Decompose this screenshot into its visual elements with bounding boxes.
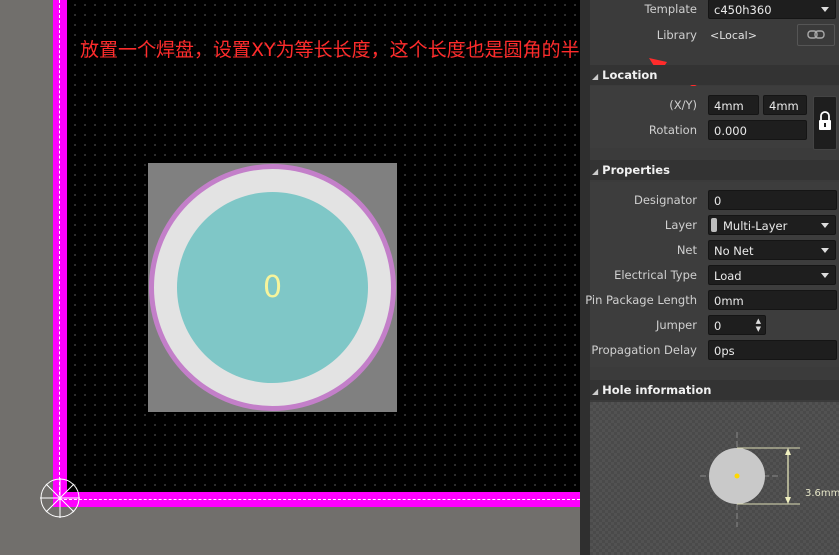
library-value: <Local> [710,29,757,42]
y-input[interactable]: 4mm [763,95,807,115]
origin-marker-icon [40,478,80,518]
propagation-delay-input[interactable]: 0ps [708,340,837,360]
propagation-delay-label: Propagation Delay [591,343,697,357]
hole-dimension-label: 3.6mm [805,488,839,499]
location-title: Location [602,68,658,82]
properties-title: Properties [602,163,670,177]
hole-information-section-header[interactable]: ◢ Hole information [590,380,839,400]
net-label: Net [676,243,697,257]
hole-preview-drawing [700,432,800,527]
pcb-canvas[interactable]: 0 放置一个焊盘，设置XY为等长长度，这个长度也是圆角的半径 [0,0,580,555]
collapse-triangle-icon: ◢ [592,167,599,176]
panel-scroll-gutter [580,0,590,555]
pin-package-length-label: Pin Package Length [585,293,697,307]
template-select[interactable]: c450h360 [708,0,836,19]
electrical-type-select[interactable]: Load [708,265,836,285]
keepout-line-vertical [59,0,60,500]
jumper-label: Jumper [656,318,697,332]
rotation-input[interactable]: 0.000 [708,120,807,140]
pin-package-length-input[interactable]: 0mm [708,290,837,310]
designator-input[interactable]: 0 [708,190,837,210]
x-input[interactable]: 4mm [708,95,759,115]
keepout-line-horizontal [59,499,580,500]
layer-color-swatch [711,218,717,232]
rotation-label: Rotation [648,123,697,137]
electrical-type-row: Electrical Type Load [590,263,839,288]
net-row: Net No Net [590,238,839,263]
properties-section-header[interactable]: ◢ Properties [590,160,839,180]
pin-package-length-row: Pin Package Length 0mm [585,288,839,313]
template-row: Template c450h360 [590,0,839,22]
net-select[interactable]: No Net [708,240,836,260]
propagation-delay-row: Propagation Delay 0ps [590,338,839,363]
collapse-triangle-icon: ◢ [592,387,599,396]
rotation-row: Rotation 0.000 [590,118,839,143]
collapse-triangle-icon: ◢ [592,72,599,81]
layer-select[interactable]: Multi-Layer [708,215,836,235]
link-button[interactable] [797,24,835,46]
layer-label: Layer [664,218,697,232]
designator-label: Designator [633,193,697,207]
link-icon [807,30,825,39]
designator-row: Designator 0 [590,188,839,213]
pad-designator-label: 0 [262,270,283,305]
location-section-header[interactable]: ◢ Location [590,65,839,85]
annotation-text: 放置一个焊盘，设置XY为等长长度，这个长度也是圆角的半径 [80,39,580,61]
xy-label: (X/Y) [669,98,697,112]
board-outline-left [53,0,67,507]
jumper-value: 0 [714,319,722,333]
jumper-stepper[interactable]: 0 ▲ ▼ [708,315,766,335]
xy-row: (X/Y) 4mm 4mm [590,93,839,118]
layer-row: Layer Multi-Layer [590,213,839,238]
stepper-arrows-icon[interactable]: ▲ ▼ [756,317,761,333]
layer-value: Multi-Layer [723,219,788,233]
electrical-type-label: Electrical Type [614,268,697,282]
template-label: Template [644,2,697,16]
library-label: Library [656,28,697,42]
hole-information-title: Hole information [602,383,712,397]
jumper-row: Jumper 0 ▲ ▼ [590,313,839,338]
